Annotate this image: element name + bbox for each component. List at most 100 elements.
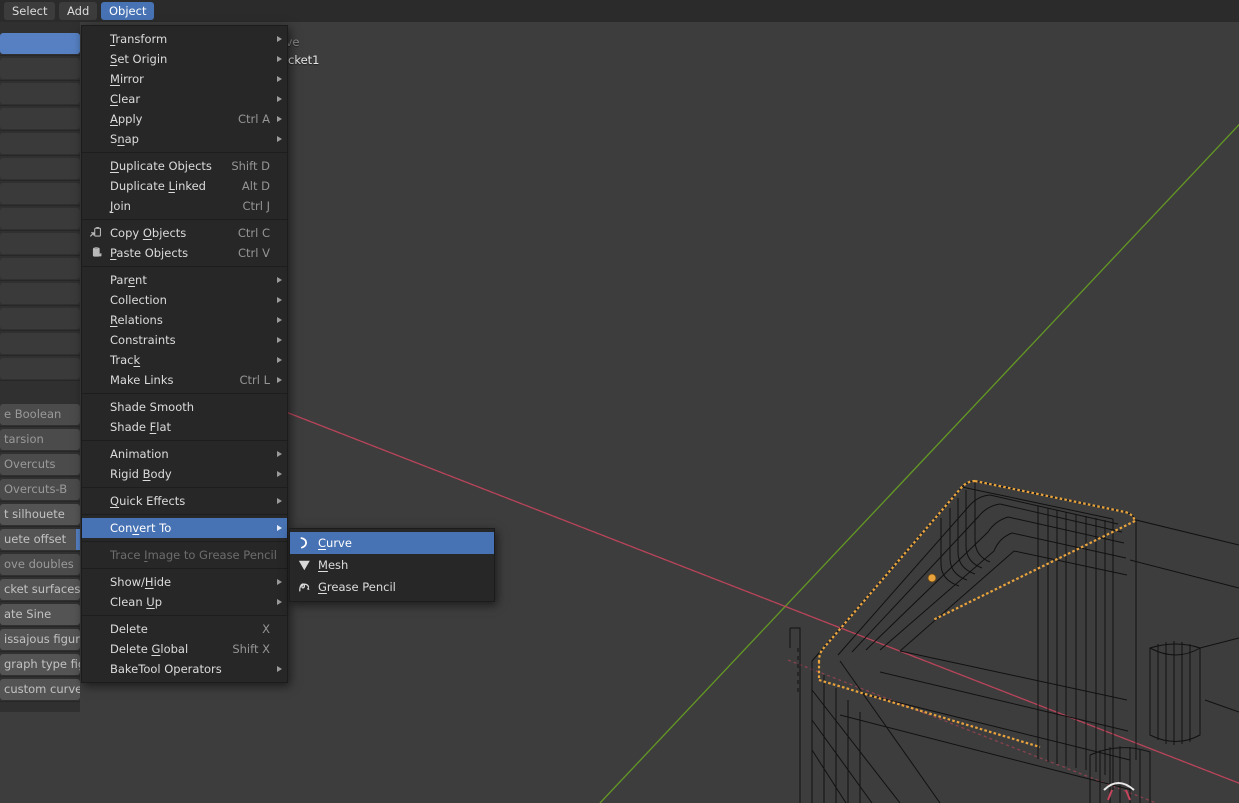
menu-separator [82,152,287,153]
menu-item-copy-objects[interactable]: Copy Objects Ctrl C [82,223,287,243]
list-item[interactable]: ove doubles [0,554,80,575]
list-divider [0,180,80,181]
list-item[interactable] [0,158,80,179]
submenu-arrow-icon [277,497,282,504]
menu-item-collection[interactable]: Collection [82,290,287,310]
menu-item-quick-effects[interactable]: Quick Effects [82,491,287,511]
menu-item-shade-smooth[interactable]: Shade Smooth [82,397,287,417]
list-item[interactable]: e Boolean [0,404,80,425]
menu-item-make-links[interactable]: Make Links Ctrl L [82,370,287,390]
submenu-arrow-icon [277,296,282,303]
menu-item-duplicate-objects[interactable]: Duplicate Objects Shift D [82,156,287,176]
list-item[interactable] [0,333,80,354]
menu-item-relations[interactable]: Relations [82,310,287,330]
menu-item-constraints[interactable]: Constraints [82,330,287,350]
list-item[interactable] [0,33,80,54]
menu-item-snap[interactable]: Snap [82,129,287,149]
menu-item-delete-global[interactable]: Delete Global Shift X [82,639,287,659]
menu-item-label: Make Links [110,373,174,387]
submenu-arrow-icon [277,470,282,477]
submenu-arrow-icon [277,578,282,585]
list-item[interactable] [0,133,80,154]
list-item[interactable] [0,358,80,379]
menu-item-paste-objects[interactable]: Paste Objects Ctrl V [82,243,287,263]
submenu-item-mesh[interactable]: Mesh [290,554,494,576]
submenu-item-label: Curve [318,536,352,550]
axis-y-line [599,123,1239,803]
list-item[interactable] [0,208,80,229]
menu-item-delete[interactable]: Delete X [82,619,287,639]
menu-separator [82,219,287,220]
list-item[interactable]: uete offset [0,529,80,550]
submenu-arrow-icon [277,115,282,122]
submenu-item-grease-pencil[interactable]: Grease Pencil [290,576,494,598]
list-item[interactable]: tarsion [0,429,80,450]
list-divider [0,576,80,577]
menu-item-show-hide[interactable]: Show/Hide [82,572,287,592]
list-divider [0,526,80,527]
menu-item-baketool-operators[interactable]: BakeTool Operators [82,659,287,679]
menu-separator [82,393,287,394]
menu-item-convert-to[interactable]: Convert To [82,518,287,538]
list-item[interactable]: t silhouete [0,504,80,525]
left-list-panel[interactable]: e Boolean tarsion Overcuts Overcuts-B t sil… [0,22,80,712]
list-divider [0,701,80,702]
list-item[interactable] [0,58,80,79]
menu-item-label: Trace Image to Grease Pencil [110,548,277,562]
menu-item-join[interactable]: Join Ctrl J [82,196,287,216]
list-item[interactable]: cket surfaces [0,579,80,600]
menu-item-animation[interactable]: Animation [82,444,287,464]
menu-item-label: Show/Hide [110,575,172,589]
convert-to-submenu[interactable]: Curve Mesh Grease Pencil [289,528,495,602]
menubar-item-object[interactable]: Object [101,2,155,20]
list-item[interactable]: issajous figure [0,629,80,650]
list-item[interactable]: Overcuts [0,454,80,475]
list-item[interactable] [0,233,80,254]
submenu-arrow-icon [277,376,282,383]
viewport-object-name: cket1 [288,53,320,67]
menu-item-duplicate-linked[interactable]: Duplicate Linked Alt D [82,176,287,196]
list-divider [0,651,80,652]
menu-item-shortcut: Ctrl V [238,246,270,260]
submenu-arrow-icon [277,450,282,457]
menu-item-label: Rigid Body [110,467,172,481]
list-divider [0,551,80,552]
menu-separator [82,541,287,542]
menu-item-shortcut: Ctrl J [242,199,270,213]
menu-item-clear[interactable]: Clear [82,89,287,109]
menu-item-shade-flat[interactable]: Shade Flat [82,417,287,437]
list-item[interactable] [0,283,80,304]
menubar-item-add[interactable]: Add [59,2,98,20]
menu-item-label: Delete [110,622,148,636]
list-item[interactable] [0,258,80,279]
list-item[interactable] [0,108,80,129]
menu-item-shortcut: Shift D [231,159,270,173]
menu-item-parent[interactable]: Parent [82,270,287,290]
list-item[interactable]: custom curve [0,679,80,700]
menu-item-rigid-body[interactable]: Rigid Body [82,464,287,484]
submenu-arrow-icon [277,598,282,605]
object-dropdown-menu[interactable]: Transform Set Origin Mirror Clear Apply Ctrl … [81,25,288,683]
menubar-item-select[interactable]: Select [4,2,56,20]
list-item[interactable]: Overcuts-B [0,479,80,500]
list-divider [0,105,80,106]
menu-item-clean-up[interactable]: Clean Up [82,592,287,612]
menu-item-track[interactable]: Track [82,350,287,370]
list-item[interactable]: graph type figur [0,654,80,675]
submenu-item-curve[interactable]: Curve [290,532,494,554]
menu-item-trace-image-to-grease-pencil: Trace Image to Grease Pencil [82,545,287,565]
submenu-arrow-icon [277,524,282,531]
menu-item-label: Constraints [110,333,176,347]
menu-item-shortcut: Ctrl A [238,112,270,126]
menu-item-transform[interactable]: Transform [82,29,287,49]
list-item[interactable] [0,83,80,104]
menu-item-label: Mirror [110,72,144,86]
list-divider [0,255,80,256]
list-item[interactable]: ate Sine [0,604,80,625]
submenu-arrow-icon [277,35,282,42]
menu-item-mirror[interactable]: Mirror [82,69,287,89]
list-item[interactable] [0,183,80,204]
list-item[interactable] [0,308,80,329]
menu-item-apply[interactable]: Apply Ctrl A [82,109,287,129]
menu-item-set-origin[interactable]: Set Origin [82,49,287,69]
